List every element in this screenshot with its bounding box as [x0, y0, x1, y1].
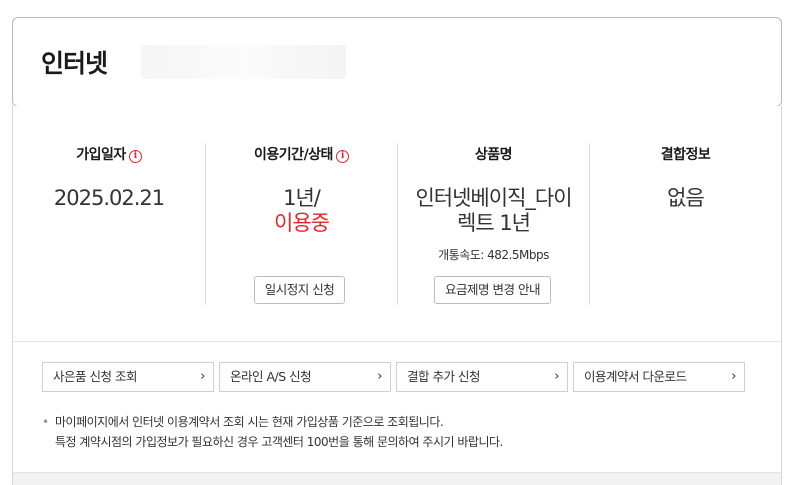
pause-request-button[interactable]: 일시정지 신청	[254, 276, 345, 304]
section-divider	[13, 341, 781, 342]
bottom-strip	[13, 472, 781, 485]
info-row: 가입일자 i 2025.02.21 이용기간/상태 i 1년/ 이용중 일시정지 신…	[13, 106, 781, 342]
join-date-column: 가입일자 i 2025.02.21	[13, 106, 205, 342]
service-detail-panel: 가입일자 i 2025.02.21 이용기간/상태 i 1년/ 이용중 일시정지 신…	[12, 106, 782, 485]
info-icon[interactable]: i	[128, 150, 142, 163]
join-date-value: 2025.02.21	[53, 186, 165, 210]
period-value: 1년/	[283, 186, 321, 210]
speed-info: 개통속도: 482.5Mbps	[438, 248, 549, 262]
bundle-add-request-link[interactable]: 결합 추가 신청 ›	[396, 362, 568, 392]
product-name-line2: 렉트 1년	[457, 211, 531, 235]
page-title: 인터넷	[41, 49, 108, 78]
bundle-label: 결합정보	[660, 147, 711, 163]
join-date-label: 가입일자 i	[13, 144, 205, 164]
period-status-value: 1년/ 이용중	[206, 186, 397, 236]
notice-line-1: 마이페이지에서 인터넷 이용계약서 조회 시는 현재 가입상품 기준으로 조회됩…	[55, 415, 444, 429]
masked-account-info	[141, 45, 346, 79]
info-icon[interactable]: i	[335, 150, 349, 163]
bundle-value: 없음	[667, 186, 705, 210]
chevron-right-icon: ›	[731, 369, 736, 384]
product-name-line1: 인터넷베이직_다이	[415, 186, 572, 210]
chevron-right-icon: ›	[200, 369, 205, 384]
product-name: 인터넷베이직_다이 렉트 1년	[398, 186, 589, 236]
bundle-column: 결합정보 없음	[590, 106, 781, 342]
service-header-card: 인터넷	[12, 17, 782, 107]
status-value: 이용중	[274, 211, 330, 235]
product-column: 상품명 인터넷베이직_다이 렉트 1년 개통속도: 482.5Mbps 요금제명…	[398, 106, 589, 342]
gift-request-link[interactable]: 사은품 신청 조회 ›	[42, 362, 214, 392]
notice-text: • 마이페이지에서 인터넷 이용계약서 조회 시는 현재 가입상품 기준으로 조…	[42, 412, 503, 452]
chevron-right-icon: ›	[554, 369, 559, 384]
chevron-right-icon: ›	[377, 369, 382, 384]
product-label: 상품명	[474, 147, 513, 163]
period-status-label: 이용기간/상태 i	[206, 144, 397, 164]
bullet-icon: •	[42, 415, 49, 429]
notice-line-2: 특정 계약시점의 가입정보가 필요하신 경우 고객센터 100번을 통해 문의하…	[55, 435, 503, 449]
period-status-column: 이용기간/상태 i 1년/ 이용중 일시정지 신청	[206, 106, 397, 342]
plan-rename-guide-button[interactable]: 요금제명 변경 안내	[434, 276, 551, 304]
contract-download-link[interactable]: 이용계약서 다운로드 ›	[573, 362, 745, 392]
online-as-request-link[interactable]: 온라인 A/S 신청 ›	[219, 362, 391, 392]
